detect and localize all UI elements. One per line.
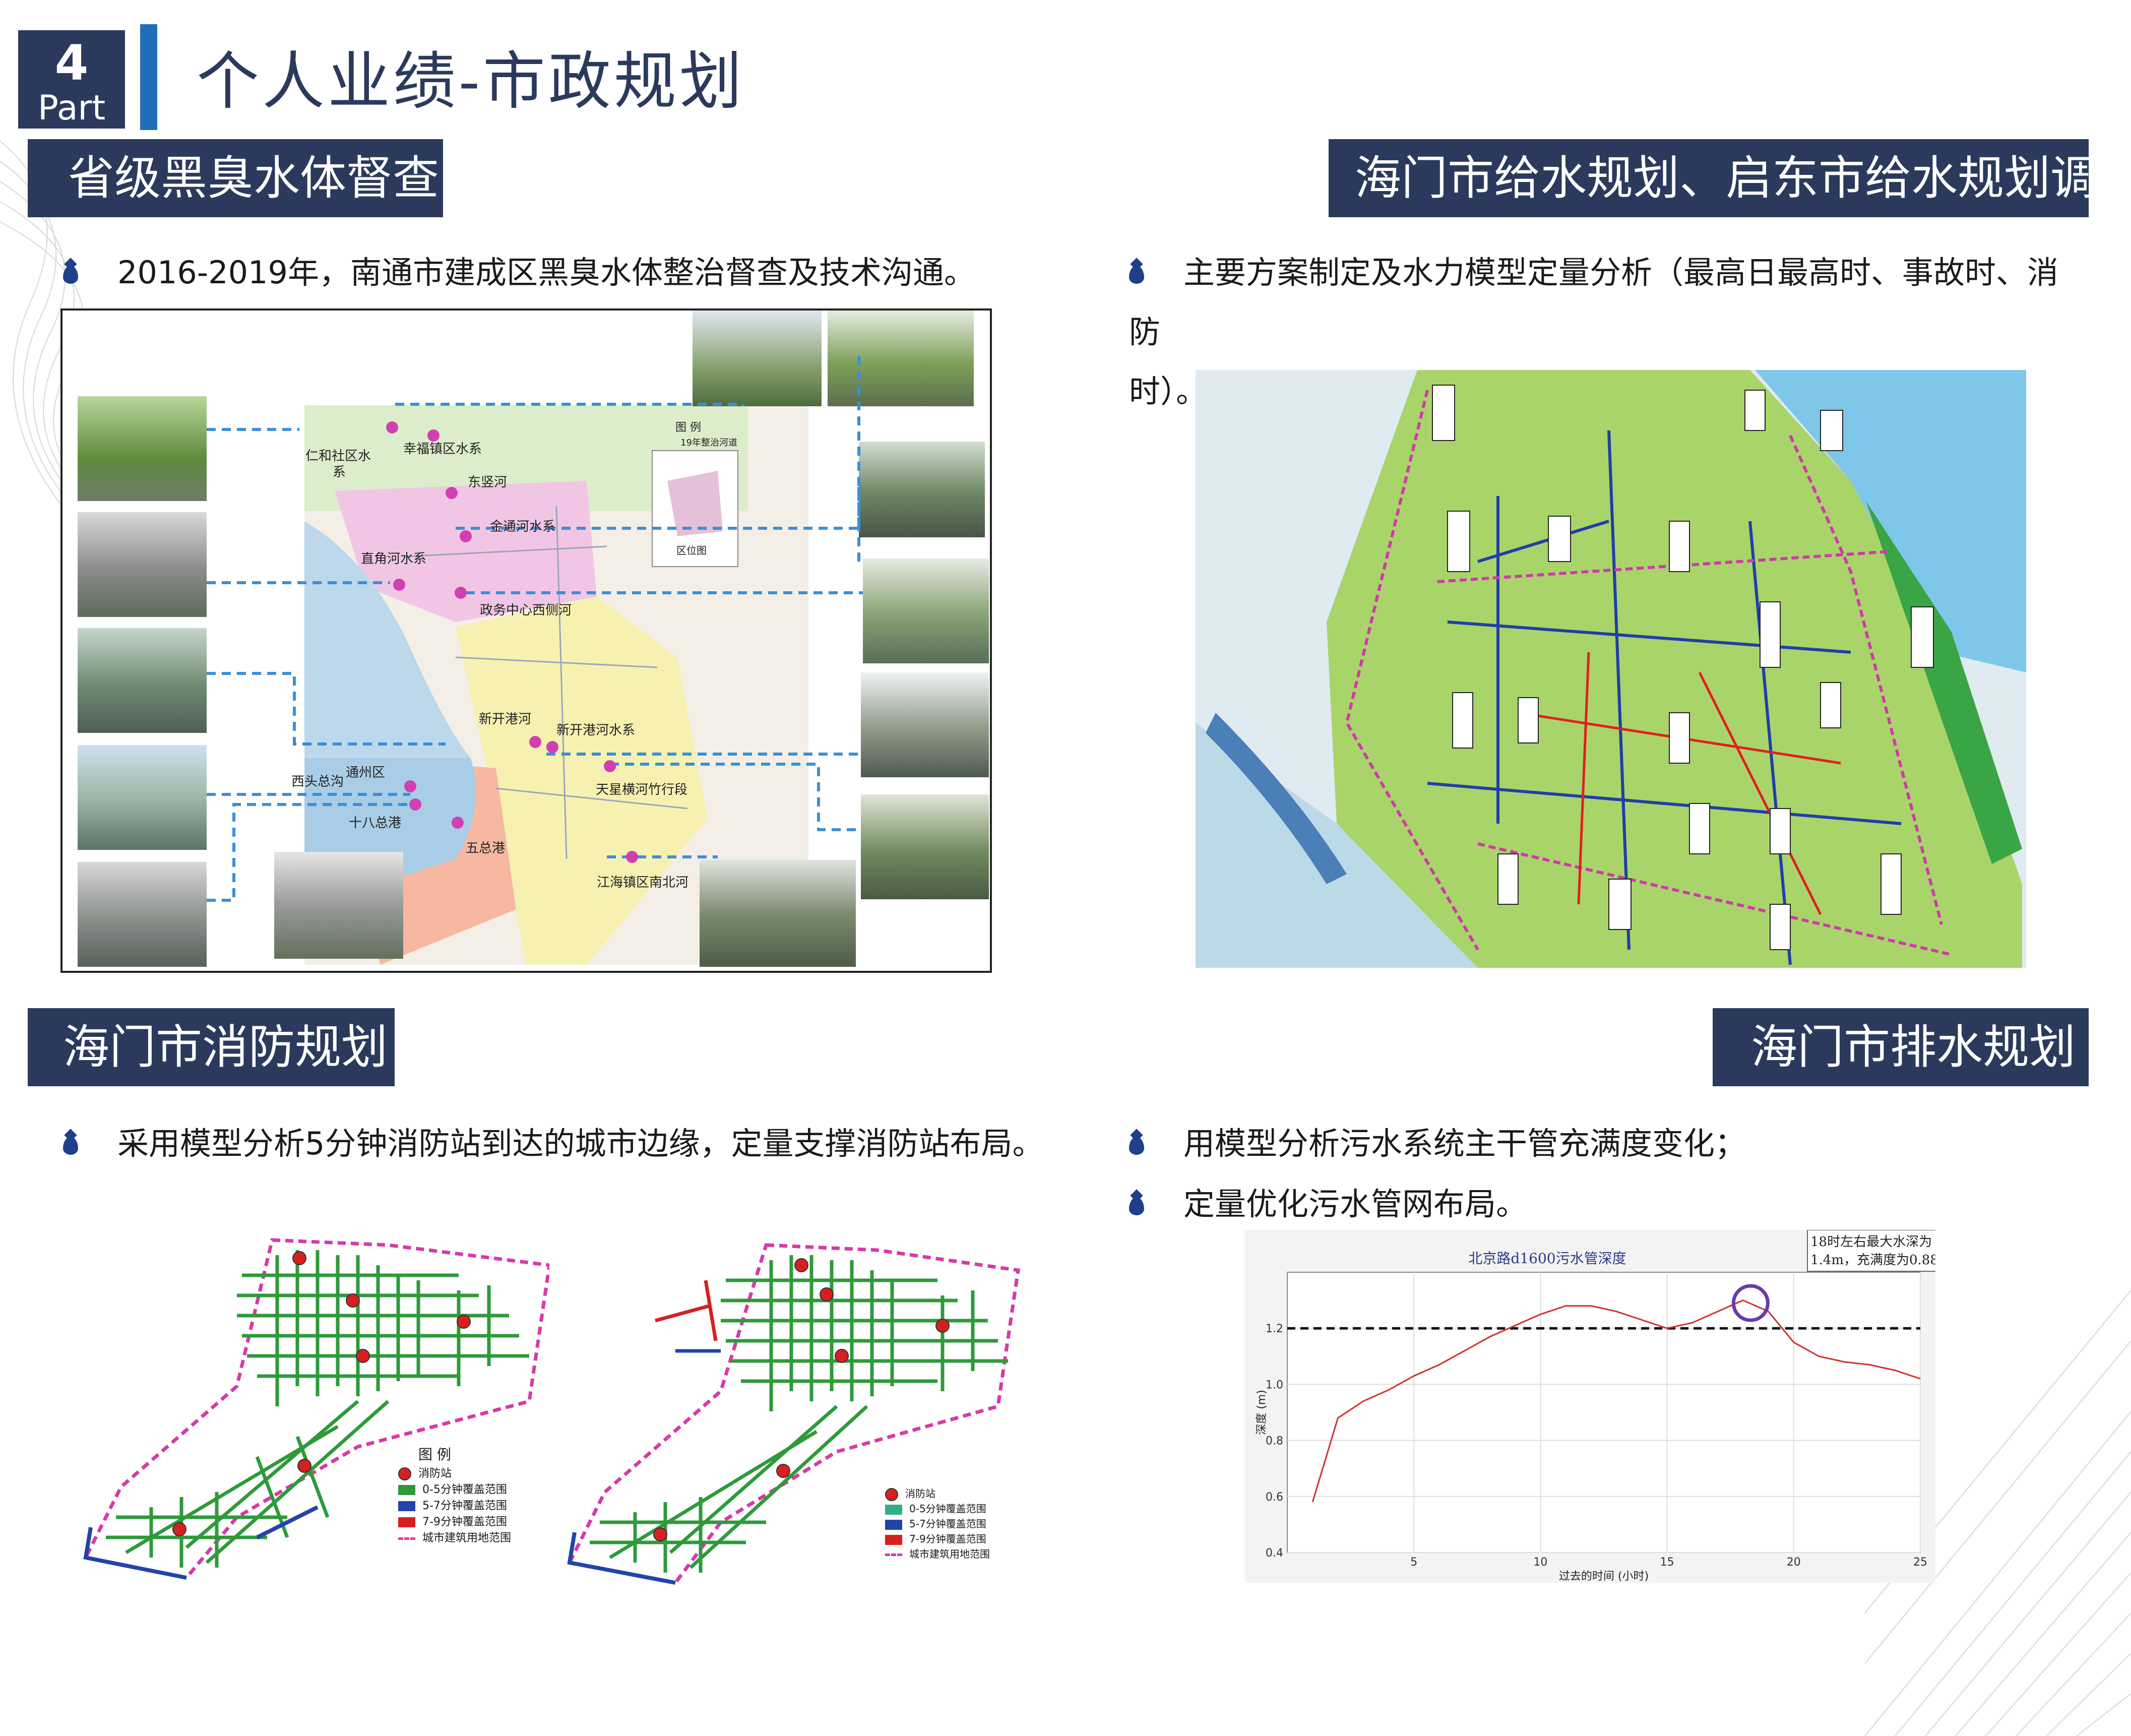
section2-header: 海门市给水规划、启东市给水规划调整	[1329, 139, 2131, 217]
part-number: 4	[54, 35, 89, 91]
section4-bullet1-text: 用模型分析污水系统主干管充满度变化；	[1183, 1125, 1746, 1162]
chart-y-axis-label: 深度 (m)	[1256, 1390, 1268, 1435]
part-label: Part	[37, 88, 106, 128]
chart-annotation-line1: 18时左右最大水深为	[1810, 1234, 1932, 1250]
chart-y-tick-label: 0.8	[1266, 1435, 1283, 1448]
legend-7-9min: 7-9分钟覆盖范围	[398, 1514, 511, 1530]
chart-x-tick-label: 20	[1787, 1556, 1801, 1569]
section1-header: 省级黑臭水体督查	[28, 139, 443, 217]
map-legend-item: 19年整治河道	[680, 438, 737, 448]
map-label-xingfu: 幸福镇区水系	[403, 442, 482, 457]
water-drop-icon	[1129, 265, 1144, 284]
water-drop-icon	[1129, 1197, 1144, 1215]
section4-header: 海门市排水规划	[1713, 1008, 2089, 1086]
legend-0-5min-label: 0-5分钟覆盖范围	[909, 1503, 986, 1515]
map-label-tongzhou: 通州区	[346, 765, 386, 780]
section3-bullet: 采用模型分析5分钟消防站到达的城市边缘，定量支撑消防站布局。	[63, 1114, 1043, 1173]
water-drop-icon	[63, 1136, 78, 1155]
legend-5-7min-label: 5-7分钟覆盖范围	[422, 1500, 507, 1512]
photo-connector-lines	[207, 356, 863, 902]
page-title: 个人业绩-市政规划	[197, 45, 745, 118]
part-badge: 4 Part	[18, 30, 125, 129]
chart-x-tick-label: 15	[1660, 1556, 1674, 1569]
chart-y-tick-label: 1.2	[1266, 1323, 1283, 1335]
chart-annotation-box: 18时左右最大水深为 1.4m，充满度为0.88	[1807, 1230, 1935, 1272]
legend-7-9min-label: 7-9分钟覆盖范围	[422, 1516, 507, 1528]
map-label-xinkaigang-system: 新开港河水系	[556, 723, 636, 738]
fire-legend-left: 图 例 消防站 0-5分钟覆盖范围 5-7分钟覆盖范围 7-9分钟覆盖范围 城市…	[398, 1447, 511, 1546]
map-label-tianxing: 天星横河竹行段	[596, 782, 688, 797]
map-label-wuzong: 五总港	[466, 841, 506, 856]
legend-0-5min-label: 0-5分钟覆盖范围	[422, 1483, 507, 1496]
legend-urban-boundary: 城市建筑用地范围	[398, 1530, 511, 1546]
section3-header: 海门市消防规划	[28, 1008, 395, 1086]
water-drop-icon	[63, 265, 78, 284]
map-label-dongshu: 东竖河	[468, 475, 508, 490]
legend-5-7min: 5-7分钟覆盖范围	[885, 1516, 990, 1531]
legend-urban-boundary-label: 城市建筑用地范围	[909, 1548, 990, 1560]
legend-urban-boundary-label: 城市建筑用地范围	[422, 1532, 512, 1544]
section1-bullet-text: 2016-2019年，南通市建成区黑臭水体整治督查及技术沟通。	[117, 254, 975, 291]
water-supply-map	[1196, 370, 2026, 968]
section4-bullet2-text: 定量优化污水管网布局。	[1183, 1186, 1528, 1222]
section2-bullet-line1: 主要方案制定及水力模型定量分析（最高日最高时、事故时、消防	[1129, 254, 2059, 350]
chart-plot-area	[1287, 1272, 1921, 1553]
legend-fire-station: 消防站	[398, 1466, 511, 1482]
water-drop-icon	[1129, 1136, 1144, 1155]
legend-0-5min: 0-5分钟覆盖范围	[398, 1482, 511, 1498]
black-odor-water-map-panel: 仁和社区水 系 幸福镇区水系 东竖河 金通河水系 直角河水系 政务中心西侧河 新…	[60, 308, 992, 973]
chart-annotation-line2: 1.4m，充满度为0.88	[1810, 1253, 1935, 1268]
map-legend-title: 图 例	[675, 421, 701, 434]
map-label-zhijiao: 直角河水系	[361, 551, 427, 567]
map-label-renhe-2: 系	[333, 465, 346, 480]
legend-fire-station-label: 消防站	[418, 1467, 452, 1480]
legend-7-9min: 7-9分钟覆盖范围	[885, 1531, 990, 1546]
sewer-depth-chart: 5 10 15 20 25 0.4 0.6 0.8 1.0 1.2 北京路d1600污水管深度 1…	[1245, 1230, 1935, 1583]
chart-y-tick-label: 0.6	[1266, 1491, 1283, 1504]
chart-y-tick-label: 0.4	[1266, 1547, 1283, 1560]
chart-y-tick-label: 1.0	[1266, 1379, 1283, 1391]
fire-legend-title: 图 例	[418, 1446, 451, 1463]
chart-x-tick-label: 5	[1410, 1556, 1417, 1569]
legend-fire-station: 消防站	[885, 1486, 990, 1501]
section3-bullet-text: 采用模型分析5分钟消防站到达的城市边缘，定量支撑消防站布局。	[117, 1125, 1044, 1162]
title-accent-bar	[140, 24, 157, 130]
chart-x-tick-label: 10	[1533, 1556, 1547, 1569]
map-label-jianghai: 江海镇区南北河	[597, 875, 689, 890]
legend-5-7min-label: 5-7分钟覆盖范围	[909, 1518, 986, 1530]
map-label-xitou: 西头总沟	[291, 774, 344, 789]
chart-title: 北京路d1600污水管深度	[1468, 1250, 1626, 1267]
map-label-xinkaigang: 新开港河	[479, 712, 532, 727]
legend-7-9min-label: 7-9分钟覆盖范围	[909, 1533, 986, 1545]
legend-fire-station-label: 消防站	[905, 1487, 935, 1500]
map-label-shiba: 十八总港	[349, 816, 402, 831]
legend-urban-boundary: 城市建筑用地范围	[885, 1546, 990, 1562]
legend-0-5min: 0-5分钟覆盖范围	[885, 1501, 990, 1516]
chart-x-axis-label: 过去的时间 (小时)	[1559, 1570, 1649, 1583]
section4-bullet1: 用模型分析污水系统主干管充满度变化；	[1129, 1114, 1746, 1173]
section1-bullet: 2016-2019年，南通市建成区黑臭水体整治督查及技术沟通。	[63, 243, 975, 302]
map-label-jintong: 金通河水系	[490, 519, 556, 534]
section4-bullet2: 定量优化污水管网布局。	[1129, 1174, 1527, 1234]
chart-x-tick-label: 25	[1913, 1556, 1927, 1569]
legend-5-7min: 5-7分钟覆盖范围	[398, 1498, 511, 1514]
map-label-zhengwu: 政务中心西侧河	[480, 603, 572, 618]
map-inset-label: 区位图	[676, 544, 707, 556]
fire-legend-right: 消防站 0-5分钟覆盖范围 5-7分钟覆盖范围 7-9分钟覆盖范围 城市建筑用地…	[885, 1486, 990, 1562]
